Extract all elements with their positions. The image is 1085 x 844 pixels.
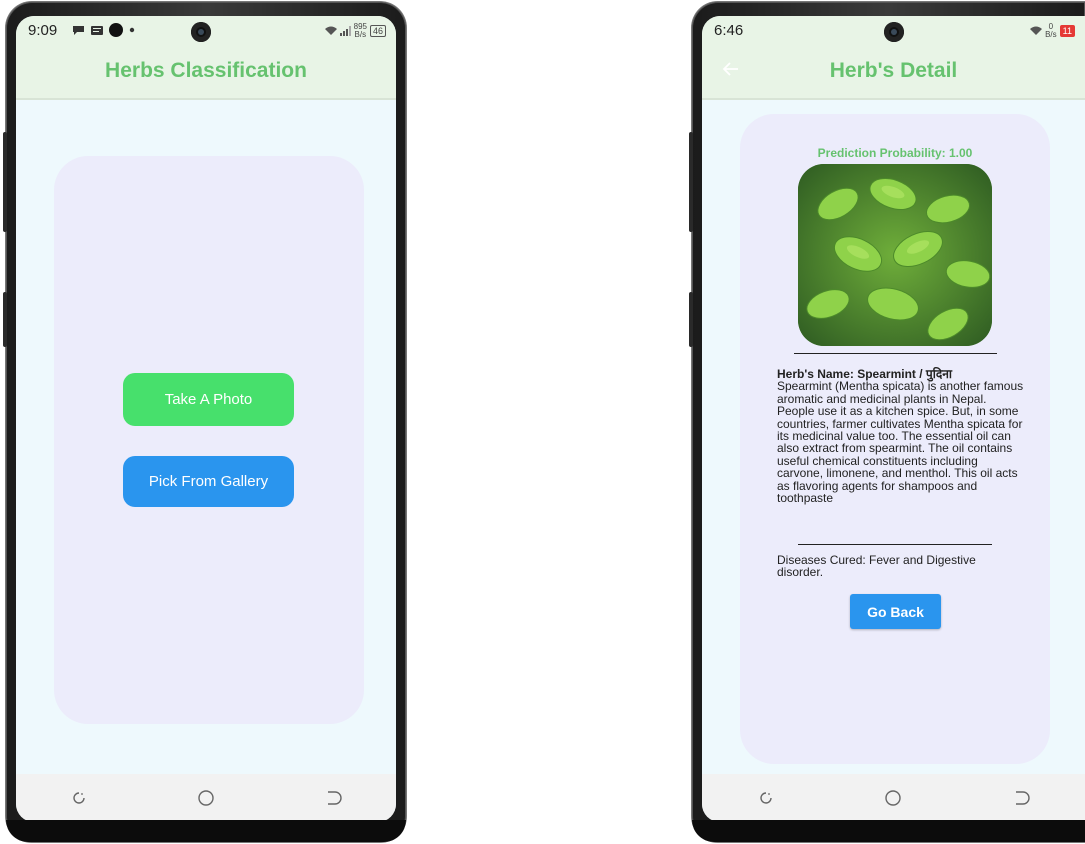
navigation-bar xyxy=(702,774,1085,822)
status-icons: 0 B/s 11 xyxy=(1030,23,1075,39)
take-photo-button[interactable]: Take A Photo xyxy=(123,373,294,426)
wifi-icon xyxy=(1030,26,1043,35)
take-photo-label: Take A Photo xyxy=(164,391,253,408)
status-bar: 9:09 895 B/s 46 xyxy=(16,16,396,44)
left-screen: 9:09 895 B/s 46 Herbs Classification Tak… xyxy=(16,16,396,822)
herb-details: Herb's Name: Spearmint / पुदिना Spearmin… xyxy=(777,368,1027,506)
herb-image xyxy=(798,164,992,346)
network-speed: 0 B/s xyxy=(1045,23,1057,39)
status-bar: 6:46 0 B/s 11 xyxy=(702,16,1085,44)
right-phone: 6:46 0 B/s 11 Herb's Detail Prediction P… xyxy=(689,2,1085,842)
main-card xyxy=(54,156,364,724)
left-phone: 9:09 895 B/s 46 Herbs Classification Tak… xyxy=(3,2,406,842)
back-icon[interactable] xyxy=(1011,788,1031,808)
message-icon xyxy=(91,25,103,35)
signal-icon xyxy=(339,26,351,36)
battery-level: 46 xyxy=(372,26,383,36)
prediction-probability: Prediction Probability: 1.00 xyxy=(817,146,973,160)
power-button xyxy=(3,292,7,347)
right-screen: 6:46 0 B/s 11 Herb's Detail Prediction P… xyxy=(702,16,1085,822)
dot-icon xyxy=(129,27,135,33)
divider-bottom xyxy=(798,544,992,545)
battery-level: 11 xyxy=(1062,26,1072,36)
battery-icon: 11 xyxy=(1059,25,1075,37)
arrow-left-icon[interactable] xyxy=(722,60,742,80)
divider-top xyxy=(794,353,997,354)
status-icons: 895 B/s 46 xyxy=(324,23,386,39)
status-time: 9:09 xyxy=(28,22,58,39)
go-back-label: Go Back xyxy=(867,603,924,620)
front-camera xyxy=(191,22,211,42)
front-camera xyxy=(884,22,904,42)
power-button xyxy=(689,292,693,347)
home-icon[interactable] xyxy=(883,788,903,808)
notification-icons xyxy=(72,23,135,37)
record-icon xyxy=(109,23,123,37)
recent-apps-icon[interactable] xyxy=(756,788,776,808)
go-back-button[interactable]: Go Back xyxy=(850,594,941,629)
battery-icon: 46 xyxy=(369,25,386,37)
app-bar: Herb's Detail xyxy=(702,44,1085,100)
navigation-bar xyxy=(16,774,396,822)
network-speed: 895 B/s xyxy=(354,23,367,39)
recent-apps-icon[interactable] xyxy=(69,788,89,808)
bottom-bezel xyxy=(692,820,1085,842)
herb-description: Spearmint (Mentha spicata) is another fa… xyxy=(777,379,1024,506)
diseases-cured: Diseases Cured: Fever and Digestive diso… xyxy=(777,553,976,580)
network-speed-unit: B/s xyxy=(354,30,367,39)
home-icon[interactable] xyxy=(196,788,216,808)
chat-icon xyxy=(73,26,84,35)
pick-gallery-button[interactable]: Pick From Gallery xyxy=(123,456,294,507)
page-title: Herbs Classification xyxy=(105,59,307,82)
volume-button xyxy=(689,132,693,232)
wifi-icon xyxy=(324,26,337,35)
bottom-bezel xyxy=(6,820,406,842)
network-speed-unit: B/s xyxy=(1045,30,1057,39)
volume-button xyxy=(3,132,7,232)
app-bar: Herbs Classification xyxy=(16,44,396,100)
back-icon[interactable] xyxy=(323,788,343,808)
status-time: 6:46 xyxy=(714,22,744,39)
pick-gallery-label: Pick From Gallery xyxy=(148,473,269,490)
page-title: Herb's Detail xyxy=(829,59,958,82)
